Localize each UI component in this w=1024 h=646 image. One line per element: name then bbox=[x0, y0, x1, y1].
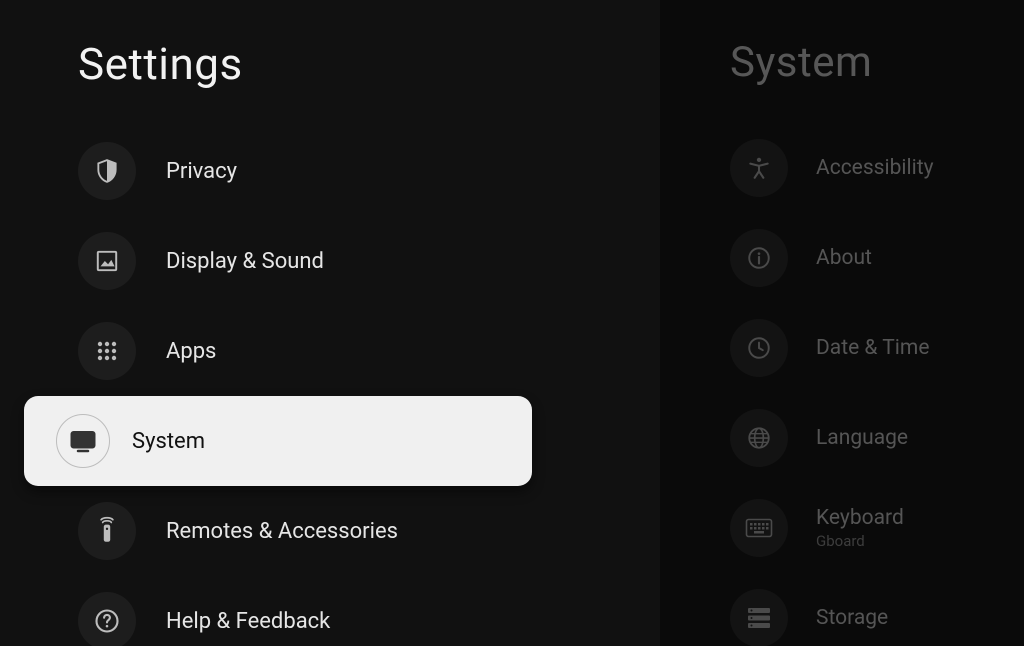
settings-item-label: Help & Feedback bbox=[166, 609, 330, 634]
info-icon bbox=[730, 229, 788, 287]
settings-item-label: Apps bbox=[166, 339, 216, 364]
system-item-label: Storage bbox=[816, 606, 888, 630]
keyboard-icon bbox=[730, 499, 788, 557]
settings-item-system[interactable]: System bbox=[24, 396, 532, 486]
settings-list: Privacy Display & Sound Apps bbox=[0, 126, 660, 646]
system-item-label: Date & Time bbox=[816, 336, 929, 360]
system-panel: System Accessibility About bbox=[660, 0, 1024, 646]
system-item-label: Accessibility bbox=[816, 156, 934, 180]
settings-item-help[interactable]: Help & Feedback bbox=[0, 576, 660, 646]
help-icon bbox=[78, 592, 136, 646]
clock-icon bbox=[730, 319, 788, 377]
settings-item-remotes[interactable]: Remotes & Accessories bbox=[0, 486, 660, 576]
settings-item-display-sound[interactable]: Display & Sound bbox=[0, 216, 660, 306]
system-item-storage[interactable]: Storage bbox=[660, 573, 1024, 646]
system-item-label: Language bbox=[816, 426, 908, 450]
settings-item-privacy[interactable]: Privacy bbox=[0, 126, 660, 216]
apps-grid-icon bbox=[78, 322, 136, 380]
settings-title: Settings bbox=[0, 38, 660, 90]
system-item-language[interactable]: Language bbox=[660, 393, 1024, 483]
accessibility-icon bbox=[730, 139, 788, 197]
system-item-about[interactable]: About bbox=[660, 213, 1024, 303]
system-item-date-time[interactable]: Date & Time bbox=[660, 303, 1024, 393]
settings-item-label: System bbox=[132, 429, 205, 454]
settings-item-apps[interactable]: Apps bbox=[0, 306, 660, 396]
settings-item-label: Privacy bbox=[166, 159, 237, 184]
system-item-sublabel: Gboard bbox=[816, 532, 904, 550]
image-icon bbox=[78, 232, 136, 290]
system-item-keyboard[interactable]: Keyboard Gboard bbox=[660, 483, 1024, 573]
system-item-label: About bbox=[816, 246, 872, 270]
settings-item-label: Display & Sound bbox=[166, 249, 324, 274]
globe-icon bbox=[730, 409, 788, 467]
tv-icon bbox=[56, 414, 110, 468]
system-item-accessibility[interactable]: Accessibility bbox=[660, 123, 1024, 213]
system-item-label: Keyboard bbox=[816, 506, 904, 530]
settings-item-label: Remotes & Accessories bbox=[166, 519, 398, 544]
system-title: System bbox=[660, 38, 1024, 87]
remote-icon bbox=[78, 502, 136, 560]
settings-panel: Settings Privacy Display & Sound bbox=[0, 0, 660, 646]
shield-icon bbox=[78, 142, 136, 200]
system-list: Accessibility About Date & Time bbox=[660, 123, 1024, 646]
storage-icon bbox=[730, 589, 788, 646]
